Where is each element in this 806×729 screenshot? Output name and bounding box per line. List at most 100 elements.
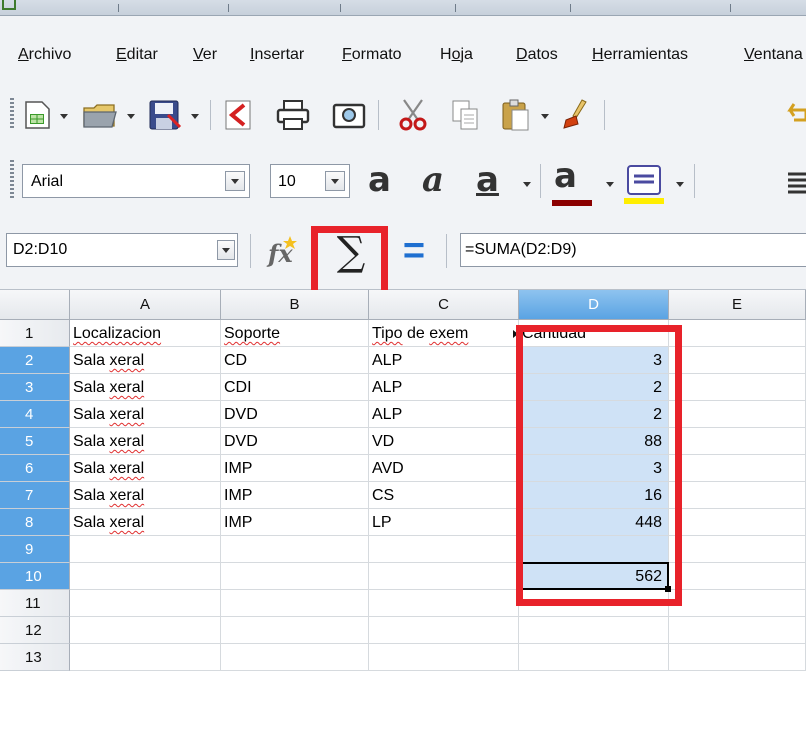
cell-e1[interactable] — [669, 320, 806, 347]
menu-datos[interactable]: Datos — [516, 46, 558, 64]
column-header-e[interactable]: E — [669, 290, 806, 320]
new-document-icon[interactable] — [22, 100, 52, 130]
cell-c5[interactable]: VD — [369, 428, 519, 455]
paste-dropdown-icon[interactable] — [541, 114, 549, 119]
cell-c13[interactable] — [369, 644, 519, 671]
cell-c9[interactable] — [369, 536, 519, 563]
cell-c7[interactable]: CS — [369, 482, 519, 509]
cell-a9[interactable] — [70, 536, 221, 563]
cell-c4[interactable]: ALP — [369, 401, 519, 428]
menu-ventana[interactable]: Ventana — [744, 46, 803, 64]
cell-b12[interactable] — [221, 617, 369, 644]
function-wizard-icon[interactable]: fx — [264, 232, 302, 268]
row-header-7[interactable]: 7 — [0, 482, 70, 509]
cell-e7[interactable] — [669, 482, 806, 509]
toolbar-grip[interactable] — [10, 98, 14, 130]
cell-b1[interactable]: Soporte — [221, 320, 369, 347]
row-header-5[interactable]: 5 — [0, 428, 70, 455]
cell-e6[interactable] — [669, 455, 806, 482]
cell-e11[interactable] — [669, 590, 806, 617]
cell-a2[interactable]: Sala xeral — [70, 347, 221, 374]
cell-e13[interactable] — [669, 644, 806, 671]
cell-e5[interactable] — [669, 428, 806, 455]
new-dropdown-icon[interactable] — [60, 114, 68, 119]
column-header-c[interactable]: C — [369, 290, 519, 320]
font-color-dropdown-icon[interactable] — [606, 182, 614, 187]
cell-c11[interactable] — [369, 590, 519, 617]
print-preview-icon[interactable] — [332, 99, 366, 131]
row-header-3[interactable]: 3 — [0, 374, 70, 401]
copy-icon[interactable] — [450, 99, 480, 131]
function-button[interactable]: = — [396, 232, 432, 270]
column-header-a[interactable]: A — [70, 290, 221, 320]
cell-b4[interactable]: DVD — [221, 401, 369, 428]
cell-b9[interactable] — [221, 536, 369, 563]
row-header-6[interactable]: 6 — [0, 455, 70, 482]
cell-b13[interactable] — [221, 644, 369, 671]
select-all-corner[interactable] — [0, 290, 70, 320]
row-header-9[interactable]: 9 — [0, 536, 70, 563]
underline-button[interactable]: a — [476, 160, 499, 200]
font-size-box[interactable]: 10 — [270, 164, 350, 198]
row-header-13[interactable]: 13 — [0, 644, 70, 671]
cell-e8[interactable] — [669, 509, 806, 536]
cell-a1[interactable]: Localizacion — [70, 320, 221, 347]
cell-c6[interactable]: AVD — [369, 455, 519, 482]
cell-a10[interactable] — [70, 563, 221, 590]
cell-c3[interactable]: ALP — [369, 374, 519, 401]
cell-b5[interactable]: DVD — [221, 428, 369, 455]
cell-a8[interactable]: Sala xeral — [70, 509, 221, 536]
cell-c10[interactable] — [369, 563, 519, 590]
column-header-b[interactable]: B — [221, 290, 369, 320]
cell-c1[interactable]: Tipo de exem — [369, 320, 519, 347]
cell-b11[interactable] — [221, 590, 369, 617]
row-header-10[interactable]: 10 — [0, 563, 70, 590]
cell-b2[interactable]: CD — [221, 347, 369, 374]
cell-a7[interactable]: Sala xeral — [70, 482, 221, 509]
cell-b10[interactable] — [221, 563, 369, 590]
cell-e2[interactable] — [669, 347, 806, 374]
open-dropdown-icon[interactable] — [127, 114, 135, 119]
formula-input[interactable]: =SUMA(D2:D9) — [460, 233, 806, 267]
cell-a11[interactable] — [70, 590, 221, 617]
cell-a6[interactable]: Sala xeral — [70, 455, 221, 482]
row-header-8[interactable]: 8 — [0, 509, 70, 536]
highlighting-icon[interactable] — [624, 164, 664, 206]
cut-icon[interactable] — [396, 98, 430, 132]
save-icon[interactable] — [148, 99, 182, 131]
cell-d12[interactable] — [519, 617, 669, 644]
clone-formatting-icon[interactable] — [560, 98, 594, 132]
cell-a13[interactable] — [70, 644, 221, 671]
italic-button[interactable]: a — [422, 160, 444, 200]
cell-a4[interactable]: Sala xeral — [70, 401, 221, 428]
cell-e12[interactable] — [669, 617, 806, 644]
row-header-11[interactable]: 11 — [0, 590, 70, 617]
menu-editar[interactable]: Editar — [116, 46, 158, 64]
menu-insertar[interactable]: Insertar — [250, 46, 304, 64]
cell-e10[interactable] — [669, 563, 806, 590]
menu-archivo[interactable]: Archivo — [18, 46, 71, 64]
name-box[interactable]: D2:D10 — [6, 233, 238, 267]
cell-a5[interactable]: Sala xeral — [70, 428, 221, 455]
underline-dropdown-icon[interactable] — [523, 182, 531, 187]
cell-e3[interactable] — [669, 374, 806, 401]
row-header-12[interactable]: 12 — [0, 617, 70, 644]
cell-b8[interactable]: IMP — [221, 509, 369, 536]
font-size-dropdown-button[interactable] — [325, 171, 345, 191]
menu-herramientas[interactable]: Herramientas — [592, 46, 688, 64]
cell-b7[interactable]: IMP — [221, 482, 369, 509]
bold-button[interactable]: a — [368, 160, 391, 200]
font-name-box[interactable]: Arial — [22, 164, 250, 198]
print-icon[interactable] — [276, 99, 310, 131]
toolbar-grip[interactable] — [10, 160, 14, 200]
menu-ver[interactable]: Ver — [193, 46, 217, 64]
highlighting-dropdown-icon[interactable] — [676, 182, 684, 187]
column-header-d[interactable]: D — [519, 290, 669, 320]
undo-icon[interactable] — [780, 100, 806, 130]
paste-icon[interactable] — [500, 98, 532, 132]
cell-a12[interactable] — [70, 617, 221, 644]
row-header-1[interactable]: 1 — [0, 320, 70, 347]
cell-e4[interactable] — [669, 401, 806, 428]
cell-c2[interactable]: ALP — [369, 347, 519, 374]
cell-e9[interactable] — [669, 536, 806, 563]
